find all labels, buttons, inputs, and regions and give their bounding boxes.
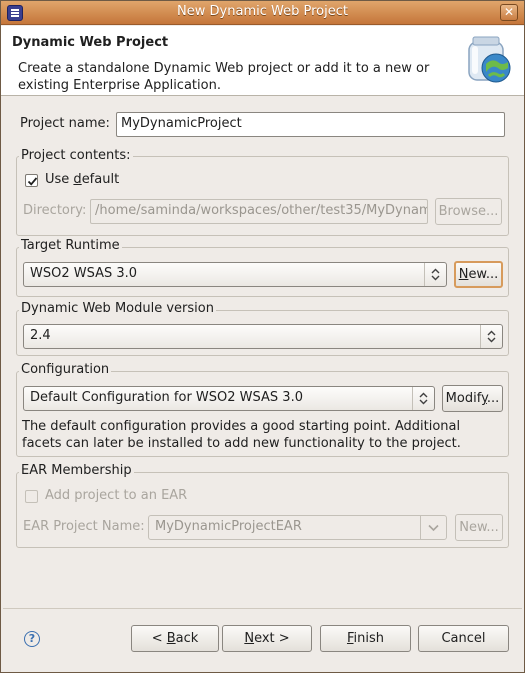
module-version-value: 2.4 [30, 328, 51, 343]
footer-separator [3, 608, 522, 609]
finish-button[interactable]: Finish [320, 625, 411, 652]
add-to-ear-checkbox[interactable] [25, 490, 38, 503]
updown-icon [412, 387, 434, 410]
directory-label: Directory: [23, 203, 87, 218]
window-title: New Dynamic Web Project [177, 4, 348, 19]
browse-button[interactable]: Browse... [435, 198, 502, 225]
target-runtime-title: Target Runtime [19, 238, 122, 253]
use-default-label: Use default [45, 172, 120, 187]
configuration-select[interactable]: Default Configuration for WSO2 WSAS 3.0 [23, 386, 435, 411]
project-contents-title: Project contents: [19, 148, 133, 163]
configuration-title: Configuration [19, 362, 112, 377]
ear-project-name-select[interactable]: MyDynamicProjectEAR [148, 515, 447, 540]
target-runtime-value: WSO2 WSAS 3.0 [30, 266, 138, 281]
dialog-window: New Dynamic Web Project ✕ Dynamic Web Pr… [0, 0, 525, 673]
ear-membership-title: EAR Membership [19, 463, 134, 478]
use-default-checkbox[interactable] [25, 174, 38, 187]
wizard-description: Create a standalone Dynamic Web project … [18, 61, 430, 93]
next-button[interactable]: Next > [222, 625, 312, 652]
module-version-select[interactable]: 2.4 [23, 324, 503, 349]
configuration-description: The default configuration provides a goo… [22, 419, 461, 451]
target-runtime-select[interactable]: WSO2 WSAS 3.0 [23, 262, 447, 287]
close-icon[interactable]: ✕ [500, 4, 518, 21]
title-bar[interactable]: New Dynamic Web Project ✕ [1, 1, 524, 25]
help-icon[interactable]: ? [24, 631, 40, 647]
updown-icon [424, 263, 446, 286]
project-name-input[interactable]: MyDynamicProject [116, 112, 505, 137]
updown-icon [480, 325, 502, 348]
add-to-ear-label: Add project to an EAR [45, 488, 188, 503]
new-runtime-button[interactable]: New... [454, 261, 503, 288]
ear-project-name-label: EAR Project Name: [23, 519, 145, 534]
ear-project-name-value: MyDynamicProjectEAR [155, 519, 302, 534]
configuration-value: Default Configuration for WSO2 WSAS 3.0 [30, 390, 303, 405]
cancel-button[interactable]: Cancel [418, 625, 509, 652]
project-name-label: Project name: [20, 116, 110, 131]
modify-button[interactable]: Modify... [442, 385, 503, 412]
ear-new-button[interactable]: New... [455, 514, 503, 541]
chevron-down-icon [420, 516, 446, 539]
back-button[interactable]: < Back [131, 625, 219, 652]
wizard-heading: Dynamic Web Project [12, 35, 169, 50]
directory-input[interactable]: /home/saminda/workspaces/other/test35/My… [90, 199, 428, 224]
module-version-title: Dynamic Web Module version [19, 301, 216, 316]
wizard-banner: Dynamic Web Project Create a standalone … [1, 26, 524, 96]
web-project-jar-globe-icon [468, 36, 511, 83]
